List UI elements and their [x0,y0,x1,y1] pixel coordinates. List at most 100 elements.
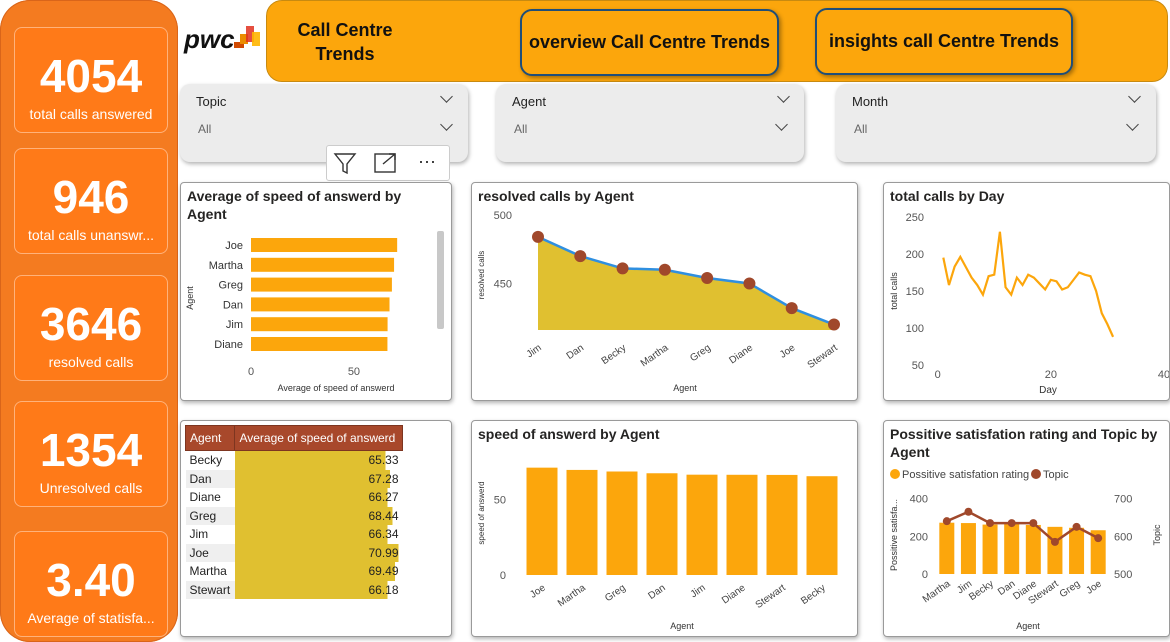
kpi-label: total calls unanswr... [27,227,155,243]
page-title: Call Centre Trends [290,18,400,66]
chevron-down-icon[interactable] [777,90,790,103]
data-point [1072,522,1081,531]
data-point [1050,537,1059,546]
axis-label: Agent [1016,621,1040,631]
focus-mode-icon[interactable] [374,153,396,173]
svg-text:pwc: pwc [183,24,235,54]
category-label: Joe [1084,578,1104,597]
tick-label: 250 [906,212,924,224]
tick-label: 40 [1158,369,1169,381]
chevron-down-icon[interactable] [1126,118,1139,131]
axis-label: Agent [670,621,694,631]
tick-label: 400 [910,494,928,506]
chevron-down-icon[interactable] [440,90,453,103]
calls-by-day-chart: 250 200 150 100 50 0 20 40 Day total calls [889,212,1169,396]
category-label: Martha [639,342,671,369]
axis-label: Average of speed of answerd [278,383,395,393]
data-point [574,250,587,263]
data-point [1094,534,1103,543]
resolved-by-agent-card[interactable]: resolved calls by Agent Jim Dan Becky Marth… [471,182,858,401]
bar [1004,524,1020,574]
table-row[interactable]: Greg 68.44 [185,506,403,525]
table-row[interactable]: Jim 66.34 [186,525,403,544]
table-row[interactable]: Diane 66.27 [186,488,403,507]
bar [251,257,395,272]
slicer-title: Topic [196,94,227,109]
chevron-down-icon[interactable] [1128,90,1141,103]
speed-by-agent-hbar-card[interactable]: Average of speed of answerd by Agent Joe… [180,182,452,401]
table-row[interactable]: Joe 70.99 [185,543,403,562]
slicer-value[interactable]: All [514,122,527,136]
data-point [828,318,840,331]
tick-label: 50 [494,494,506,506]
overview-nav-button[interactable]: overview Call Centre Trends [520,9,779,76]
bar [251,337,388,351]
slicer-agent[interactable]: Agent All [496,84,804,162]
bar [726,474,758,575]
table-row[interactable]: Stewart 66.18 [185,580,403,599]
series-line [942,231,1115,338]
axis-label: Agent [185,286,195,310]
filter-icon[interactable] [333,153,357,175]
axis-label: Day [1039,385,1057,396]
slicer-month[interactable]: Month All [836,84,1156,162]
category-label: Diane [727,342,755,366]
tick-label: 600 [1114,531,1132,543]
kpi-card-resolved[interactable]: 3646 resolved calls [14,275,168,381]
calls-by-day-card[interactable]: total calls by Day 250 200 150 100 50 0 20 40 Da… [883,182,1170,401]
data-point [701,271,714,284]
speed-cell: 66.18 [234,580,403,599]
bar [526,467,558,575]
pwc-logo-icon: pwc [183,24,260,54]
axis-label: speed of answerd [477,481,486,544]
slicer-value[interactable]: All [854,122,867,136]
data-point [658,263,671,276]
category-label: Joe [528,582,548,601]
visual-toolbar: ⋯ [326,145,450,181]
agent-cell: Jim [189,527,209,542]
table-row[interactable]: Dan 67.28 [185,469,403,488]
bar [251,297,390,312]
tick-label: 500 [494,210,512,222]
legend-marker [890,469,900,479]
bar [251,238,398,252]
category-label: Martha [556,582,588,609]
more-options-icon[interactable]: ⋯ [418,152,436,172]
chevron-down-icon[interactable] [440,118,453,131]
satisfaction-topic-card[interactable]: Possitive satisfation rating and Topic b… [883,420,1170,637]
kpi-card-total-unanswered[interactable]: 946 total calls unanswr... [14,148,168,254]
category-label: Dan [223,299,243,311]
slicer-title: Agent [512,94,546,109]
bar [1069,527,1085,574]
tick-label: 200 [906,249,924,261]
data-point [986,519,995,528]
table-row[interactable]: Martha 69.49 [186,562,403,581]
kpi-card-total-answered[interactable]: 4054 total calls answered [14,27,168,133]
bar [686,474,718,575]
bar [1047,526,1063,574]
kpi-card-avg-satisfaction[interactable]: 3.40 Average of statisfa... [14,531,168,637]
pwc-logo: pwc [182,20,266,56]
category-label: Greg [219,280,243,292]
data-point [964,507,973,516]
axis-label: Possitive satisfa... [889,499,899,571]
data-point [616,262,629,275]
table-header-speed[interactable]: Average of speed of answerd [234,425,403,451]
slicer-value[interactable]: All [198,122,211,136]
table-header-agent[interactable]: Agent [184,425,236,451]
insights-nav-button[interactable]: insights call Centre Trends [815,8,1073,75]
kpi-label: resolved calls [48,354,134,370]
chevron-down-icon[interactable] [775,118,788,131]
tick-label: 50 [912,360,924,372]
category-label: Greg [1058,578,1083,600]
data-point [785,302,798,315]
data-point [942,517,951,526]
tick-label: 0 [500,570,506,582]
kpi-card-unresolved[interactable]: 1354 Unresolved calls [14,401,168,507]
category-label: Diane [720,582,748,606]
speed-by-agent-vbar-card[interactable]: speed of answerd by Agent Joe Martha Greg D… [471,420,858,637]
table-row[interactable]: Becky 65.33 [186,450,403,470]
resolved-by-agent-chart: Jim Dan Becky Martha Greg Diane Joe Stewart 500 4… [477,210,840,393]
speed-table-card[interactable]: Agent Average of speed of answerd Becky 6… [180,420,452,637]
slicer-title: Month [852,94,889,109]
